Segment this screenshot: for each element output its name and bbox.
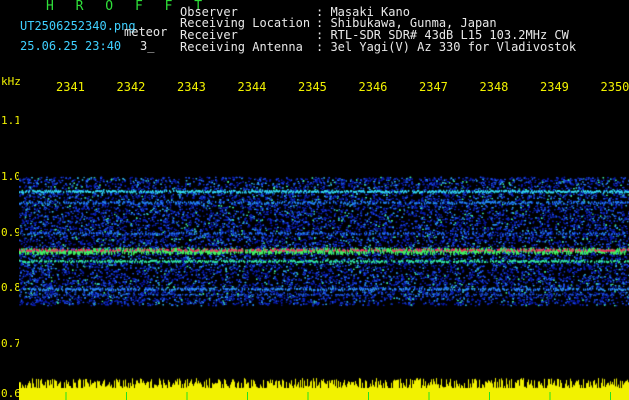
x-tick-label: 2342 xyxy=(116,80,146,94)
capture-type: meteor xyxy=(124,25,168,39)
x-tick-label: 2349 xyxy=(540,80,569,94)
x-tick-label: 2343 xyxy=(177,80,206,94)
y-axis-unit: kHz xyxy=(1,75,21,88)
header-key-antenna: Receiving Antenna xyxy=(180,40,303,54)
spectrogram-svg xyxy=(19,93,629,400)
y-tick-label: 0.8 xyxy=(1,281,21,295)
x-tick-label: 2347 xyxy=(419,80,448,94)
spectrogram-image xyxy=(19,93,629,400)
count-label: 3_ xyxy=(140,39,155,53)
x-tick-label: 2341 xyxy=(56,80,85,94)
x-tick-label: 2350 xyxy=(600,80,629,94)
spectrogram-plot xyxy=(19,93,629,400)
x-tick-label: 2346 xyxy=(358,80,388,94)
y-tick-label: 1.0 xyxy=(1,169,21,183)
file-name: UT2506252340.png xyxy=(20,19,136,33)
y-tick-label: 0.6 xyxy=(1,387,21,400)
x-tick-label: 2344 xyxy=(237,80,267,94)
x-tick-label: 2345 xyxy=(298,80,327,94)
x-tick-label: 2348 xyxy=(479,80,509,94)
y-tick-label: 0.7 xyxy=(1,337,21,351)
header-value-antenna: : 3el Yagi(V) Az 330 for Vladivostok xyxy=(316,40,577,54)
timestamp: 25.06.25 23:40 xyxy=(20,39,122,53)
y-tick-label: 1.1 xyxy=(1,113,21,127)
y-tick-label: 0.9 xyxy=(1,225,21,239)
